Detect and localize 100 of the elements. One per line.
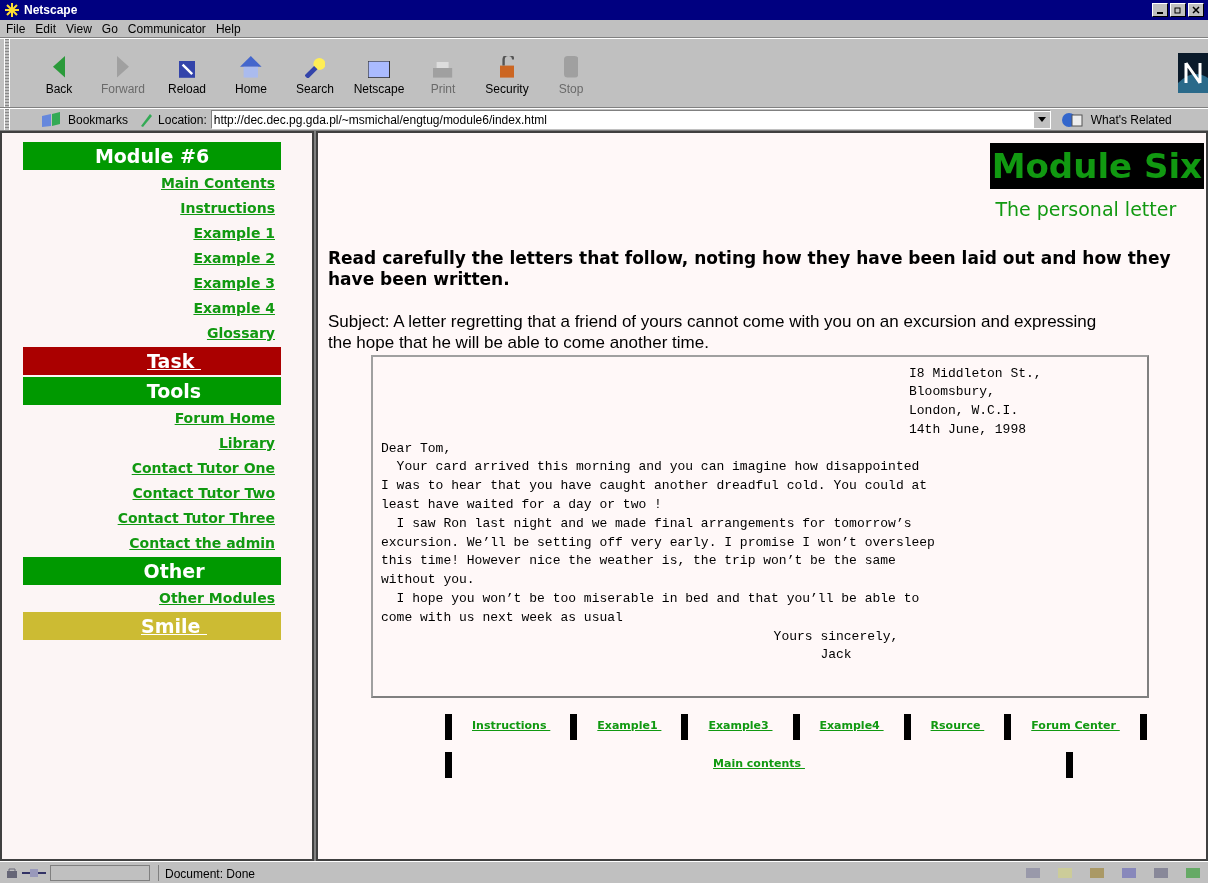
menu-item[interactable]: Edit xyxy=(35,19,57,38)
component-icon[interactable] xyxy=(1056,865,1074,880)
letter-line: least have waited for a day or two ! xyxy=(381,496,662,515)
location-field[interactable]: http://dec.dec.pg.gda.pl/~msmichal/engtug/module6/index.html xyxy=(210,110,1051,129)
nav-separator xyxy=(1004,713,1012,740)
restore-icon xyxy=(1174,6,1182,14)
nav-separator xyxy=(1139,713,1147,740)
menu-item[interactable]: Communicator xyxy=(127,19,206,38)
section-header: Other xyxy=(23,557,281,585)
letter-line: I saw Ron last night and we made final arrangements for tomorrow’s xyxy=(395,514,912,533)
toolbar-button[interactable]: Back xyxy=(30,48,88,98)
letter-line: this time! However nice the weather is, the trip won’t be the same xyxy=(381,552,896,571)
sidebar-link[interactable]: Example 2 xyxy=(193,248,275,269)
section-header-link[interactable]: Task xyxy=(23,347,281,375)
menu-item[interactable]: Go xyxy=(101,19,118,38)
location-icon xyxy=(138,111,155,128)
caret-icon xyxy=(1037,117,1046,122)
location-label: Location: xyxy=(158,111,207,129)
component-icon[interactable] xyxy=(1088,865,1106,880)
page-subtitle: The personal letter xyxy=(995,197,1177,222)
sidebar-link[interactable]: Example 1 xyxy=(193,223,275,244)
toolbar-icon xyxy=(368,61,390,78)
nav-link[interactable]: Example3 xyxy=(688,718,793,735)
toolbar-icon xyxy=(178,61,196,78)
dropdown-button[interactable] xyxy=(1033,111,1050,128)
window-title: Netscape xyxy=(24,2,78,19)
minimize-button[interactable] xyxy=(1152,3,1168,17)
sidebar-link[interactable]: Glossary xyxy=(206,323,275,344)
logo xyxy=(1178,53,1208,93)
toolbar-button[interactable]: Home xyxy=(222,48,280,98)
sidebar-link[interactable]: Instructions xyxy=(180,198,275,219)
menu-item[interactable]: Help xyxy=(215,19,241,38)
toolbar-grip[interactable] xyxy=(4,39,10,107)
letter-line: come with us next week as usual xyxy=(381,608,623,627)
letter-line: excursion. We’ll be setting off very early. I promise I won’t oversleep xyxy=(381,533,935,552)
toolbar-button[interactable]: Security xyxy=(478,48,536,98)
subject-text: Subject: A letter regretting that a friend of yours cannot come with you on an excursion and expressing the hope that he will be able to come another time. xyxy=(328,310,1098,353)
sidebar-link[interactable]: Contact Tutor One xyxy=(131,458,275,479)
restore-button[interactable] xyxy=(1170,3,1186,17)
toolbar-button[interactable]: Search xyxy=(286,48,344,98)
nav-separator xyxy=(903,713,911,740)
section-header: Tools xyxy=(23,377,281,405)
nav-separator xyxy=(570,713,578,740)
section-header: Module #6 xyxy=(23,142,281,170)
closing-line: Yours sincerely, xyxy=(773,627,899,646)
section-header-link[interactable]: Smile xyxy=(23,612,281,640)
sidebar-link[interactable]: Example 4 xyxy=(193,298,275,319)
letter-line: I hope you won’t be too miserable in bed and that you’ll be able to xyxy=(395,590,920,609)
nav-separator xyxy=(445,713,452,740)
toolbar-icon xyxy=(240,56,262,78)
letter-line: Your card arrived this morning and you can imagine how disappointed xyxy=(395,458,920,477)
sidebar-link[interactable]: Main Contents xyxy=(160,173,275,194)
lock-icon xyxy=(6,867,18,878)
nav-link[interactable]: Rsource xyxy=(910,718,1005,735)
connection-icon xyxy=(22,867,46,878)
nav-link[interactable]: Instructions xyxy=(452,718,571,735)
letter-line: I was to hear that you have caught another dreadful cold. You could at xyxy=(381,477,928,496)
letter-line: Dear Tom, xyxy=(381,439,452,458)
toolbar-button[interactable]: Netscape xyxy=(350,48,408,98)
address-line: I8 Middleton St., xyxy=(909,364,1043,383)
sidebar-link[interactable]: Forum Home xyxy=(174,408,275,429)
status-text: Document: Done xyxy=(158,864,388,881)
menu-item[interactable]: View xyxy=(66,19,92,38)
sidebar-link[interactable]: Contact Tutor Two xyxy=(132,483,275,504)
toolbar-icon xyxy=(499,56,515,78)
bookmarks-button[interactable]: Bookmarks xyxy=(68,110,129,129)
nav-separator xyxy=(445,751,452,778)
address-line: London, W.C.I. xyxy=(909,402,1020,421)
nav-link[interactable]: Main contents xyxy=(452,756,1066,773)
nav-link[interactable]: Example4 xyxy=(799,718,904,735)
letter-line: without you. xyxy=(381,571,475,590)
sidebar-link[interactable]: Contact the admin xyxy=(129,533,275,554)
menu-item[interactable]: File xyxy=(6,19,26,38)
toolbar-icon xyxy=(117,56,129,78)
address-line: Bloomsbury, xyxy=(909,383,996,402)
nav-separator xyxy=(1066,751,1073,778)
component-icon[interactable] xyxy=(1024,865,1042,880)
toolbar-icon xyxy=(433,62,453,78)
nav-link[interactable]: Forum Center xyxy=(1011,718,1140,735)
component-icon[interactable] xyxy=(1152,865,1170,880)
nav-link[interactable]: Example1 xyxy=(577,718,682,735)
toolbar-icon xyxy=(563,56,579,78)
nav-separator xyxy=(681,713,689,740)
sidebar-link[interactable]: Other Modules xyxy=(159,588,275,609)
close-button[interactable] xyxy=(1188,3,1204,17)
close-icon xyxy=(1192,6,1200,14)
toolbar-icon xyxy=(53,56,65,78)
whats-related-button[interactable]: What's Related xyxy=(1090,110,1172,129)
app-icon xyxy=(4,2,20,18)
sidebar-link[interactable]: Library xyxy=(218,433,275,454)
component-icon[interactable] xyxy=(1120,865,1138,880)
toolbar-grip[interactable] xyxy=(4,109,10,130)
toolbar-icon xyxy=(304,57,326,78)
address-line: 14th June, 1998 xyxy=(909,420,1028,439)
sidebar-link[interactable]: Example 3 xyxy=(193,273,275,294)
toolbar-button[interactable]: Reload xyxy=(158,48,216,98)
instruction-text: Read carefully the letters that follow, noting how they have been laid out and how they have been written. xyxy=(328,247,1172,290)
sidebar-link[interactable]: Contact Tutor Three xyxy=(117,508,275,529)
component-icon[interactable] xyxy=(1184,865,1202,880)
page-title: Module Six xyxy=(989,143,1204,189)
